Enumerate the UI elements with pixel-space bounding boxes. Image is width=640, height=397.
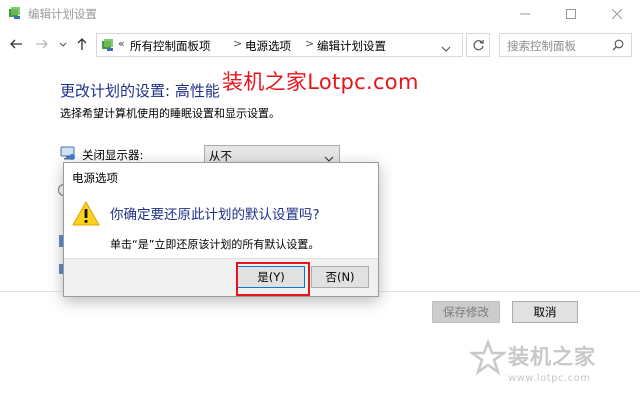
watermark-brand: 装机之家 [508, 345, 596, 369]
confirm-dialog: 电源选项 你确定要还原此计划的默认设置吗? 单击“是”立即还原该计划的所有默认设… [63, 162, 379, 297]
power-options-icon [8, 6, 22, 20]
control-panel-icon [101, 38, 115, 52]
watermark-url: www.lotpc.com [508, 373, 591, 384]
no-button[interactable]: 否(N) [311, 266, 369, 288]
breadcrumb-power-options[interactable]: 电源选项 [245, 38, 291, 54]
chevron-down-icon [441, 46, 451, 52]
back-button[interactable] [8, 36, 26, 54]
search-icon[interactable] [612, 39, 624, 54]
title-bar: 编辑计划设置 [0, 0, 640, 28]
search-box[interactable]: 搜索控制面板 [499, 33, 632, 57]
save-changes-button[interactable]: 保存修改 [432, 301, 500, 323]
refresh-button[interactable] [466, 33, 490, 57]
dialog-question: 你确定要还原此计划的默认设置吗? [110, 207, 320, 223]
dialog-detail: 单击“是”立即还原该计划的所有默认设置。 [110, 238, 320, 251]
page-title: 更改计划的设置: 高性能 [60, 82, 220, 100]
cancel-button[interactable]: 取消 [512, 301, 578, 323]
maximize-icon [566, 9, 576, 19]
watermark-red-text: 装机之家Lotpc.com [222, 70, 419, 94]
address-bar[interactable]: « 所有控制面板项 > 电源选项 > 编辑计划设置 [96, 33, 463, 57]
breadcrumb-edit-plan[interactable]: 编辑计划设置 [317, 38, 386, 54]
forward-button[interactable] [34, 36, 52, 54]
window-title: 编辑计划设置 [28, 7, 97, 21]
search-input[interactable]: 搜索控制面板 [507, 38, 576, 54]
minimize-button[interactable] [502, 0, 548, 28]
breadcrumb-separator-icon[interactable]: > [233, 37, 242, 50]
refresh-icon [473, 39, 484, 51]
arrow-up-icon [77, 38, 87, 50]
watermark-star-logo [468, 338, 508, 379]
warning-icon [72, 200, 100, 229]
breadcrumb-overflow[interactable]: « [118, 37, 125, 50]
up-button[interactable] [74, 36, 92, 54]
dialog-title: 电源选项 [72, 171, 118, 185]
minimize-icon [520, 13, 530, 15]
arrow-left-icon [10, 39, 22, 49]
chevron-down-icon [59, 42, 67, 47]
monitor-icon [60, 146, 76, 161]
arrow-right-icon [36, 39, 48, 49]
page-description: 选择希望计算机使用的睡眠设置和显示设置。 [60, 107, 280, 120]
breadcrumb-all-items[interactable]: 所有控制面板项 [130, 38, 211, 54]
close-icon [612, 9, 622, 19]
maximize-button[interactable] [548, 0, 594, 28]
turn-off-display-label: 关闭显示器: [82, 148, 144, 162]
highlight-box [236, 262, 310, 296]
close-button[interactable] [594, 0, 640, 28]
breadcrumb-separator-icon[interactable]: > [305, 37, 314, 50]
address-history-button[interactable] [441, 42, 451, 56]
